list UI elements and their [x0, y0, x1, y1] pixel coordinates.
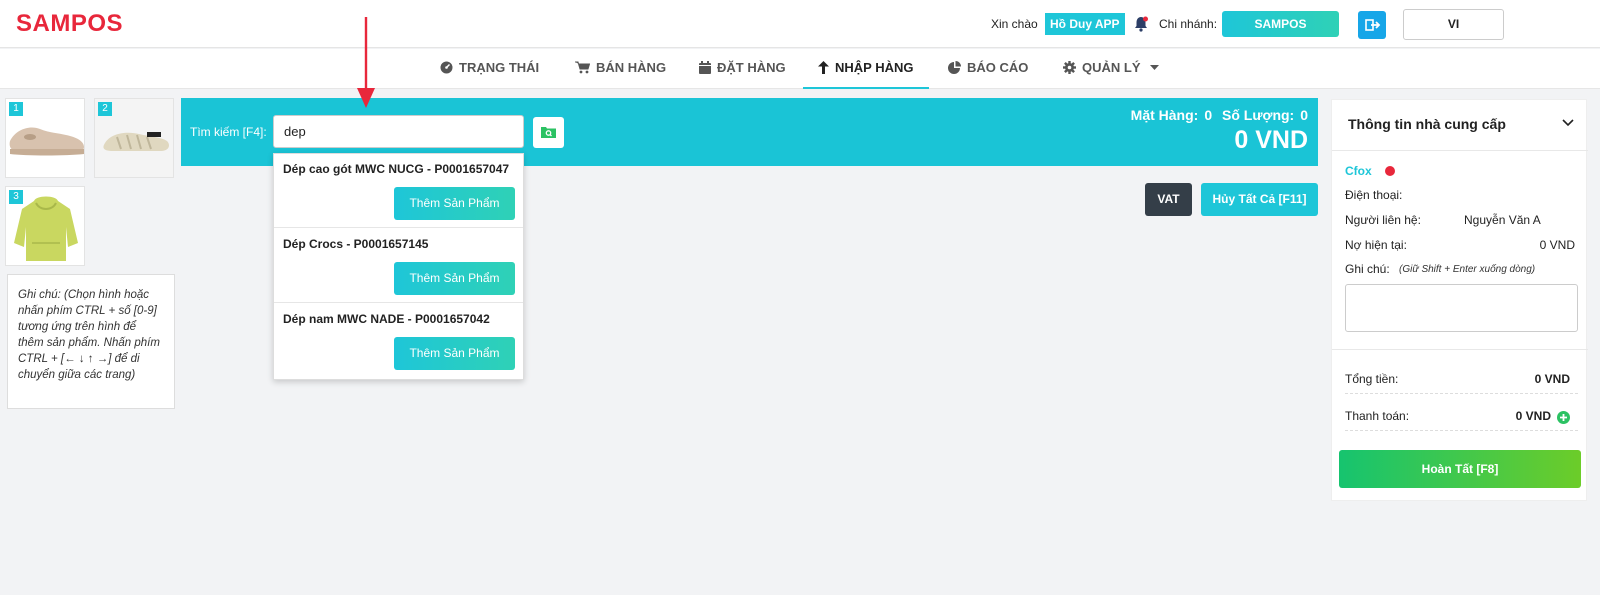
result-name: Dép Crocs - P0001657145 — [283, 237, 429, 251]
product-thumbnail-2[interactable]: 2 — [94, 98, 174, 178]
nav-item-bao-cao[interactable]: BÁO CÁO — [948, 49, 1028, 89]
shortcut-note: Ghi chú: (Chọn hình hoặc nhấn phím CTRL … — [7, 274, 175, 409]
note-textarea[interactable] — [1345, 284, 1578, 332]
thumbnail-number: 3 — [9, 190, 23, 204]
supplier-panel-title: Thông tin nhà cung cấp — [1348, 116, 1506, 132]
pie-chart-icon — [948, 61, 961, 74]
thumbnail-number: 2 — [98, 102, 112, 116]
payment-label: Thanh toán: — [1345, 409, 1410, 423]
nav-item-dat-hang[interactable]: ĐẶT HÀNG — [699, 49, 786, 89]
add-product-button[interactable]: Thêm Sản Phẩm — [394, 337, 515, 370]
vat-button[interactable]: VAT — [1145, 183, 1192, 216]
search-result-item[interactable]: Dép nam MWC NADE - P0001657042 Thêm Sản … — [274, 304, 523, 378]
language-selector[interactable]: VI — [1403, 9, 1504, 40]
divider — [1332, 150, 1588, 151]
nav-label: QUẢN LÝ — [1082, 60, 1141, 75]
divider — [1332, 349, 1588, 350]
nav-item-trang-thai[interactable]: TRẠNG THÁI — [440, 49, 539, 89]
arrow-up-icon — [818, 61, 829, 74]
debt-value: 0 VND — [1539, 238, 1575, 252]
search-result-item[interactable]: Dép Crocs - P0001657145 Thêm Sản Phẩm — [274, 229, 523, 303]
items-label: Mặt Hàng: — [1130, 107, 1199, 123]
note-hint: (Giữ Shift + Enter xuống dòng) — [1399, 264, 1536, 275]
supplier-name[interactable]: Cfox — [1345, 164, 1372, 178]
supplier-panel: Thông tin nhà cung cấp Cfox Điện thoại: … — [1331, 99, 1588, 501]
totals-summary: Mặt Hàng: 0 Số Lượng: 0 — [1125, 107, 1308, 123]
contact-label: Người liên hệ: — [1345, 213, 1421, 227]
total-label: Tổng tiền: — [1345, 372, 1399, 386]
phone-label: Điện thoại: — [1345, 188, 1403, 202]
gear-icon — [1063, 61, 1076, 74]
product-thumbnail-1[interactable]: 1 — [5, 98, 85, 178]
contact-value: Nguyễn Văn A — [1464, 213, 1541, 227]
plus-icon — [1560, 414, 1567, 421]
main-nav: TRẠNG THÁI BÁN HÀNG ĐẶT HÀNG NHẬP HÀNG B… — [0, 49, 1600, 89]
top-bar: SAMPOS Xin chào Hồ Duy APP Chi nhánh: SA… — [0, 0, 1600, 48]
add-payment-icon[interactable] — [1557, 411, 1570, 424]
search-results-dropdown: Dép cao gót MWC NUCG - P0001657047 Thêm … — [273, 153, 524, 380]
quantity-label: Số Lượng: — [1222, 107, 1295, 123]
thumbnail-number: 1 — [9, 102, 23, 116]
search-result-item[interactable]: Dép cao gót MWC NUCG - P0001657047 Thêm … — [274, 154, 523, 228]
add-product-button[interactable]: Thêm Sản Phẩm — [394, 187, 515, 220]
complete-button[interactable]: Hoàn Tất [F8] — [1339, 450, 1581, 488]
add-product-button[interactable]: Thêm Sản Phẩm — [394, 262, 515, 295]
result-name: Dép cao gót MWC NUCG - P0001657047 — [283, 162, 510, 176]
cancel-all-button[interactable]: Hủy Tất Cả [F11] — [1201, 183, 1318, 216]
nav-label: BÁO CÁO — [967, 60, 1029, 75]
calendar-icon — [699, 61, 711, 74]
divider — [1345, 393, 1578, 394]
search-label: Tìm kiếm [F4]: — [190, 125, 267, 139]
chevron-down-icon[interactable] — [1562, 119, 1574, 127]
divider — [1345, 430, 1578, 431]
quantity-count: 0 — [1300, 107, 1308, 123]
caret-down-icon — [1150, 65, 1160, 70]
total-amount: 0 VND — [1234, 126, 1308, 154]
logout-icon — [1365, 19, 1381, 31]
search-folder-icon — [541, 127, 556, 138]
bell-icon[interactable] — [1132, 15, 1150, 33]
branch-selector-button[interactable]: SAMPOS — [1222, 11, 1339, 37]
total-value: 0 VND — [1534, 372, 1570, 386]
nav-label: TRẠNG THÁI — [459, 60, 540, 75]
branch-label: Chi nhánh: — [1159, 17, 1218, 31]
product-search-input[interactable] — [273, 115, 524, 148]
payment-value: 0 VND — [1515, 409, 1551, 423]
note-label: Ghi chú: — [1345, 262, 1390, 276]
user-name-badge[interactable]: Hồ Duy APP — [1045, 13, 1125, 35]
cart-icon — [575, 61, 591, 74]
product-thumbnail-3[interactable]: 3 — [5, 186, 85, 266]
nav-label: ĐẶT HÀNG — [717, 60, 786, 75]
logout-button[interactable] — [1358, 11, 1386, 39]
sampos-logo[interactable]: SAMPOS — [16, 10, 123, 38]
debt-label: Nợ hiện tại: — [1345, 238, 1407, 252]
nav-item-ban-hang[interactable]: BÁN HÀNG — [575, 49, 666, 89]
nav-item-quan-ly[interactable]: QUẢN LÝ — [1063, 49, 1165, 89]
greeting-text: Xin chào — [991, 17, 1038, 31]
dashboard-icon — [440, 61, 453, 74]
nav-item-nhap-hang[interactable]: NHẬP HÀNG — [803, 49, 929, 89]
result-name: Dép nam MWC NADE - P0001657042 — [283, 312, 490, 326]
nav-label: BÁN HÀNG — [596, 60, 667, 75]
nav-label: NHẬP HÀNG — [835, 60, 914, 75]
remove-supplier-icon[interactable] — [1385, 166, 1395, 176]
items-count: 0 — [1204, 107, 1213, 123]
search-button[interactable] — [533, 117, 564, 148]
